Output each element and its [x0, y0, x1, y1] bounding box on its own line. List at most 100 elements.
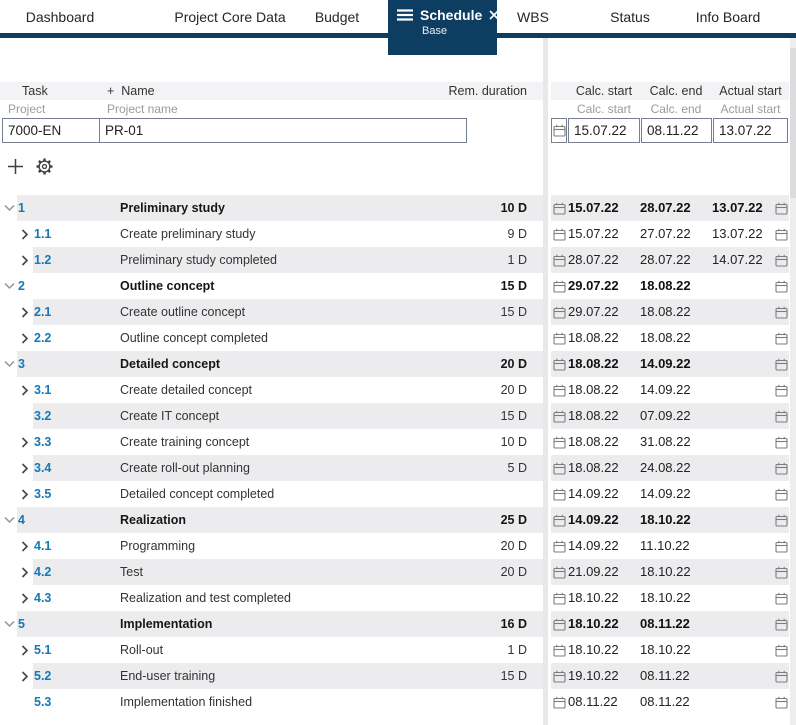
task-dates-row[interactable]: 29.07.22 18.08.22 [551, 299, 789, 325]
calendar-icon[interactable] [551, 202, 568, 215]
scrollbar-thumb[interactable] [790, 48, 796, 198]
calendar-icon[interactable] [773, 514, 789, 527]
tab-project-core-data[interactable]: Project Core Data [174, 0, 285, 33]
calc-end-date[interactable]: 18.08.22 [640, 299, 712, 325]
calc-start-date[interactable]: 18.08.22 [568, 351, 640, 377]
task-number[interactable]: 1.1 [33, 221, 51, 247]
calendar-icon[interactable] [773, 644, 789, 657]
tab-schedule[interactable]: Schedule Base [388, 0, 499, 55]
calc-end-date[interactable]: 18.10.22 [640, 507, 712, 533]
task-dates-row[interactable]: 14.09.22 18.10.22 [551, 507, 789, 533]
expand-chevron-icon[interactable] [2, 351, 16, 377]
task-row[interactable]: 1 Preliminary study 10 D [0, 195, 543, 221]
task-name[interactable]: Create preliminary study [120, 221, 255, 247]
calc-start-date[interactable]: 18.08.22 [568, 377, 640, 403]
calendar-icon[interactable] [551, 540, 568, 553]
task-row[interactable]: 1.1 Create preliminary study 9 D [0, 221, 543, 247]
task-number[interactable]: 3.5 [33, 481, 51, 507]
calc-end-date[interactable]: 07.09.22 [640, 403, 712, 429]
calc-start-date[interactable]: 18.10.22 [568, 611, 640, 637]
task-row[interactable]: 5.2 End-user training 15 D [0, 663, 543, 689]
calc-end-date[interactable]: 28.07.22 [640, 247, 712, 273]
task-row[interactable]: 4 Realization 25 D [0, 507, 543, 533]
task-row[interactable]: 1.2 Preliminary study completed 1 D [0, 247, 543, 273]
pane-splitter[interactable] [543, 38, 548, 725]
tab-info-board[interactable]: Info Board [696, 0, 761, 33]
column-header-rem-duration[interactable]: Rem. duration [448, 82, 527, 100]
task-name[interactable]: End-user training [120, 663, 215, 689]
close-tab-button[interactable] [489, 10, 499, 20]
task-dates-row[interactable]: 08.11.22 08.11.22 [551, 689, 789, 715]
task-dates-row[interactable]: 19.10.22 08.11.22 [551, 663, 789, 689]
task-name[interactable]: Implementation [120, 611, 212, 637]
task-number[interactable]: 2.2 [33, 325, 51, 351]
expand-chevron-icon[interactable] [2, 195, 16, 221]
task-dates-row[interactable]: 18.10.22 08.11.22 [551, 611, 789, 637]
column-header-task[interactable]: Task [22, 82, 48, 100]
calendar-icon[interactable] [773, 462, 789, 475]
column-header-actual-start[interactable]: Actual start [712, 82, 789, 100]
calendar-icon[interactable] [551, 358, 568, 371]
expand-chevron-icon[interactable] [18, 377, 32, 403]
actual-start-date[interactable]: 14.07.22 [712, 247, 773, 273]
calc-end-date[interactable]: 08.11.22 [640, 689, 712, 715]
expand-chevron-icon[interactable] [18, 429, 32, 455]
calc-end-date[interactable]: 14.09.22 [640, 481, 712, 507]
task-dates-row[interactable]: 18.08.22 18.08.22 [551, 325, 789, 351]
task-dates-row[interactable]: 15.07.22 27.07.22 13.07.22 [551, 221, 789, 247]
task-name[interactable]: Outline concept completed [120, 325, 268, 351]
expand-chevron-icon[interactable] [2, 611, 16, 637]
task-name[interactable]: Realization [120, 507, 186, 533]
task-dates-row[interactable]: 18.08.22 14.09.22 [551, 377, 789, 403]
task-row[interactable]: 2.1 Create outline concept 15 D [0, 299, 543, 325]
task-name[interactable]: Detailed concept [120, 351, 220, 377]
task-number[interactable]: 5.3 [33, 689, 51, 715]
task-number[interactable]: 4.3 [33, 585, 51, 611]
calc-start-date[interactable]: 14.09.22 [568, 533, 640, 559]
calendar-icon[interactable] [773, 332, 789, 345]
task-name[interactable]: Outline concept [120, 273, 214, 299]
project-id-input[interactable] [2, 118, 100, 143]
calendar-icon[interactable] [773, 358, 789, 371]
task-number[interactable]: 4.1 [33, 533, 51, 559]
expand-chevron-icon[interactable] [18, 533, 32, 559]
calc-start-date[interactable]: 18.10.22 [568, 585, 640, 611]
task-name[interactable]: Realization and test completed [120, 585, 291, 611]
calendar-icon[interactable] [551, 566, 568, 579]
calendar-icon[interactable] [773, 540, 789, 553]
calendar-icon[interactable] [773, 306, 789, 319]
task-number[interactable]: 3 [17, 351, 25, 377]
project-name-input[interactable] [99, 118, 467, 143]
calc-start-date[interactable]: 18.08.22 [568, 429, 640, 455]
expand-chevron-icon[interactable] [18, 559, 32, 585]
expand-chevron-icon[interactable] [18, 325, 32, 351]
task-number[interactable]: 2 [17, 273, 25, 299]
task-name[interactable]: Create detailed concept [120, 377, 252, 403]
task-dates-row[interactable]: 18.08.22 14.09.22 [551, 351, 789, 377]
calendar-icon[interactable] [551, 644, 568, 657]
task-name[interactable]: Create roll-out planning [120, 455, 250, 481]
task-row[interactable]: 3.3 Create training concept 10 D [0, 429, 543, 455]
calendar-icon[interactable] [773, 254, 789, 267]
expand-chevron-icon[interactable] [18, 663, 32, 689]
calc-start-date[interactable]: 08.11.22 [568, 689, 640, 715]
calendar-icon[interactable] [773, 670, 789, 683]
task-dates-row[interactable]: 14.09.22 14.09.22 [551, 481, 789, 507]
calendar-icon[interactable] [773, 592, 789, 605]
task-row[interactable]: 2.2 Outline concept completed [0, 325, 543, 351]
calendar-icon[interactable] [551, 696, 568, 709]
tab-dashboard[interactable]: Dashboard [26, 0, 95, 33]
expand-chevron-icon[interactable] [18, 299, 32, 325]
column-header-name[interactable]: + Name [107, 82, 155, 100]
task-name[interactable]: Create IT concept [120, 403, 219, 429]
task-dates-row[interactable]: 18.08.22 07.09.22 [551, 403, 789, 429]
task-row[interactable]: 5.3 Implementation finished [0, 689, 543, 715]
calc-start-date[interactable]: 15.07.22 [568, 221, 640, 247]
calendar-icon[interactable] [773, 202, 789, 215]
task-number[interactable]: 3.2 [33, 403, 51, 429]
task-row[interactable]: 5.1 Roll-out 1 D [0, 637, 543, 663]
calendar-icon[interactable] [773, 566, 789, 579]
task-name[interactable]: Roll-out [120, 637, 163, 663]
calendar-icon[interactable] [551, 592, 568, 605]
calc-end-date[interactable]: 18.08.22 [640, 325, 712, 351]
